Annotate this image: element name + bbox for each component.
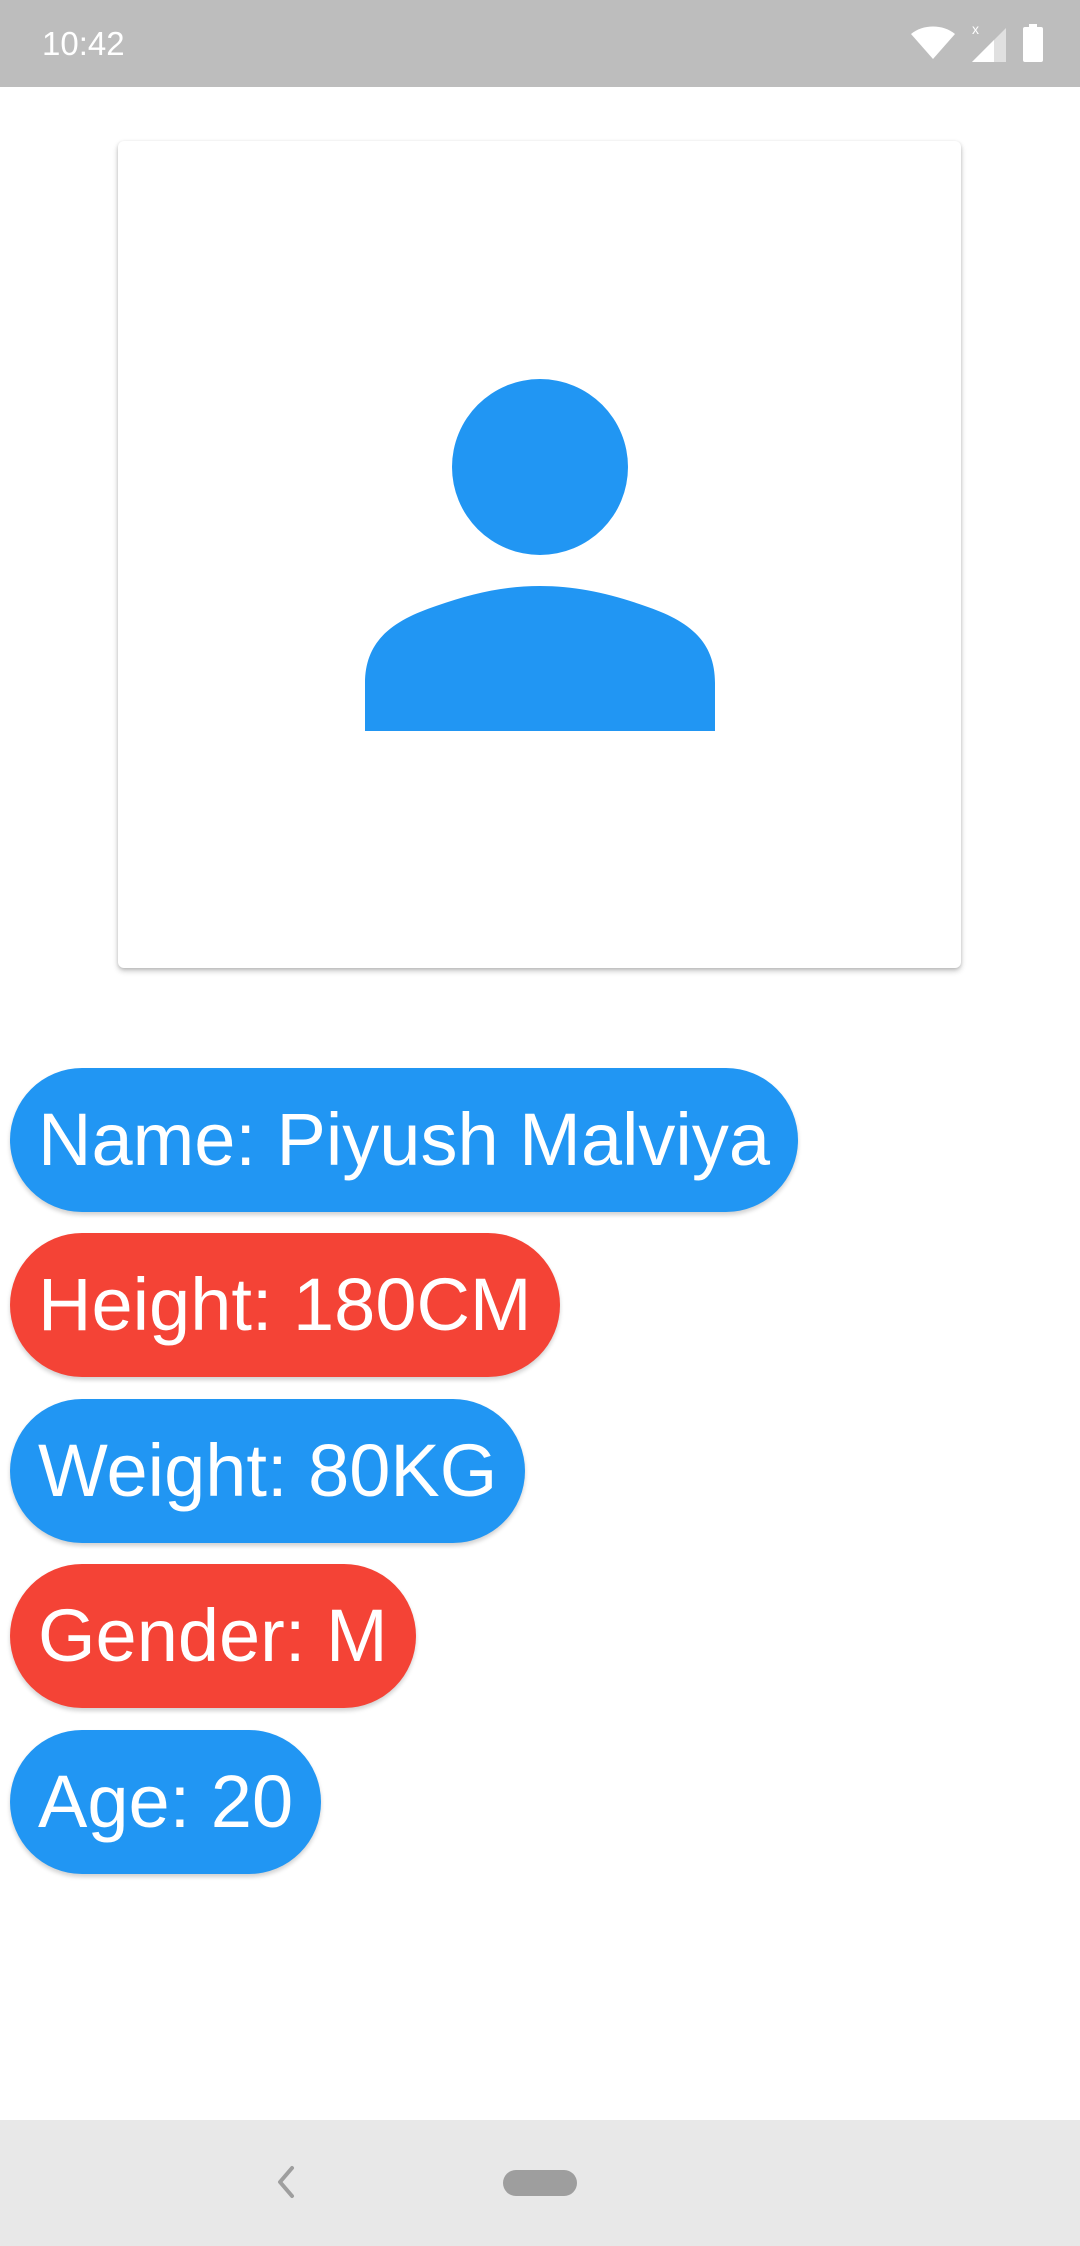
chevron-left-icon[interactable] <box>268 2162 304 2202</box>
svg-text:x: x <box>972 22 979 37</box>
wifi-icon <box>910 26 956 60</box>
status-bar: 10:42 x <box>0 0 1080 87</box>
age-chip: Age: 20 <box>10 1730 322 1874</box>
gender-chip: Gender: M <box>10 1564 416 1708</box>
status-icons: x <box>910 20 1044 66</box>
status-time: 10:42 <box>42 25 125 62</box>
profile-card <box>118 141 961 968</box>
weight-chip: Weight: 80KG <box>10 1399 526 1543</box>
signal-icon: x <box>970 22 1008 64</box>
name-chip: Name: Piyush Malviya <box>10 1068 799 1212</box>
person-icon <box>365 379 715 731</box>
home-pill-icon[interactable] <box>503 2170 577 2196</box>
height-chip: Height: 180CM <box>10 1233 560 1377</box>
navigation-bar <box>0 2120 1080 2246</box>
battery-icon <box>1022 24 1044 62</box>
